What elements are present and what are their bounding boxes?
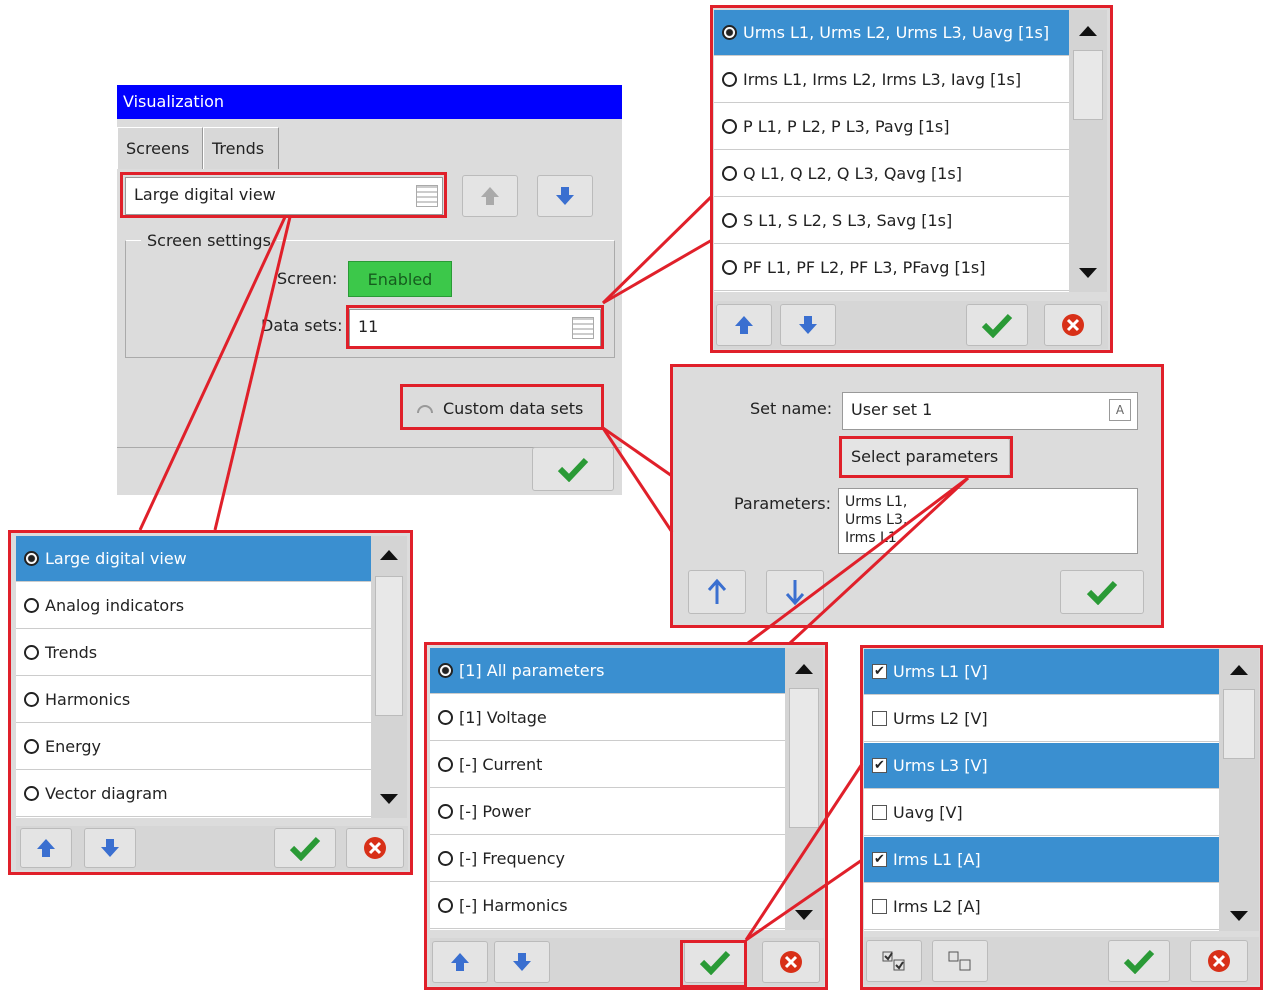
connector-line	[745, 858, 863, 942]
connector-line	[788, 476, 970, 645]
connector-line	[747, 476, 969, 645]
connector-line	[213, 216, 292, 531]
connector-line	[601, 427, 674, 533]
connector-lines	[138, 194, 970, 942]
connector-line	[602, 426, 673, 478]
connector-line	[138, 216, 287, 531]
connector-line	[744, 763, 864, 941]
